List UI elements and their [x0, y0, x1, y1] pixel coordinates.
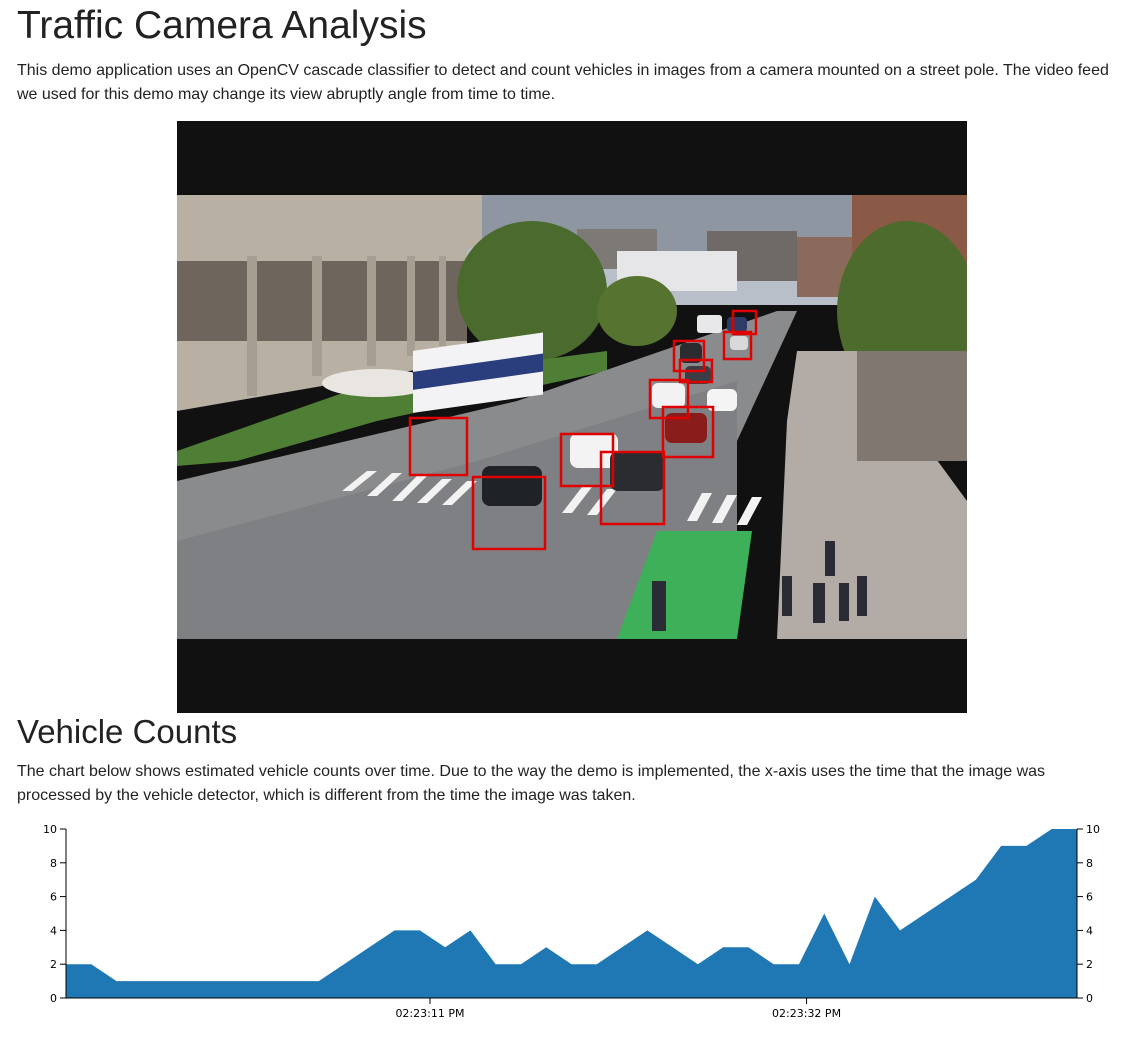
- y-tick-label-left: 4: [50, 924, 57, 937]
- y-tick-label-right: 6: [1086, 891, 1093, 904]
- camera-image: [177, 121, 967, 713]
- page-title: Traffic Camera Analysis: [17, 4, 427, 47]
- x-tick-label: 02:23:32 PM: [772, 1007, 841, 1020]
- y-tick-label-left: 2: [50, 958, 57, 971]
- y-tick-label-right: 2: [1086, 958, 1093, 971]
- x-tick-label: 02:23:11 PM: [395, 1007, 464, 1020]
- chart-area-series: [66, 829, 1077, 998]
- page-description: This demo application uses an OpenCV cas…: [17, 62, 1109, 103]
- y-tick-label-left: 10: [43, 823, 57, 836]
- camera-frame: [177, 121, 967, 713]
- vehicle-count-chart: 0 0 2 2 4 4 6 6 8 8 10 10 02:23:11 PM 02:23:32 PM: [43, 823, 1100, 1020]
- y-tick-label-right: 10: [1086, 823, 1100, 836]
- y-tick-label-left: 0: [50, 992, 57, 1005]
- y-tick-label-right: 0: [1086, 992, 1093, 1005]
- y-tick-label-left: 6: [50, 891, 57, 904]
- section-title: Vehicle Counts: [17, 713, 238, 750]
- section-description: The chart below shows estimated vehicle …: [17, 763, 1046, 804]
- y-tick-label-right: 8: [1086, 857, 1093, 870]
- y-tick-label-right: 4: [1086, 924, 1093, 937]
- y-tick-label-left: 8: [50, 857, 57, 870]
